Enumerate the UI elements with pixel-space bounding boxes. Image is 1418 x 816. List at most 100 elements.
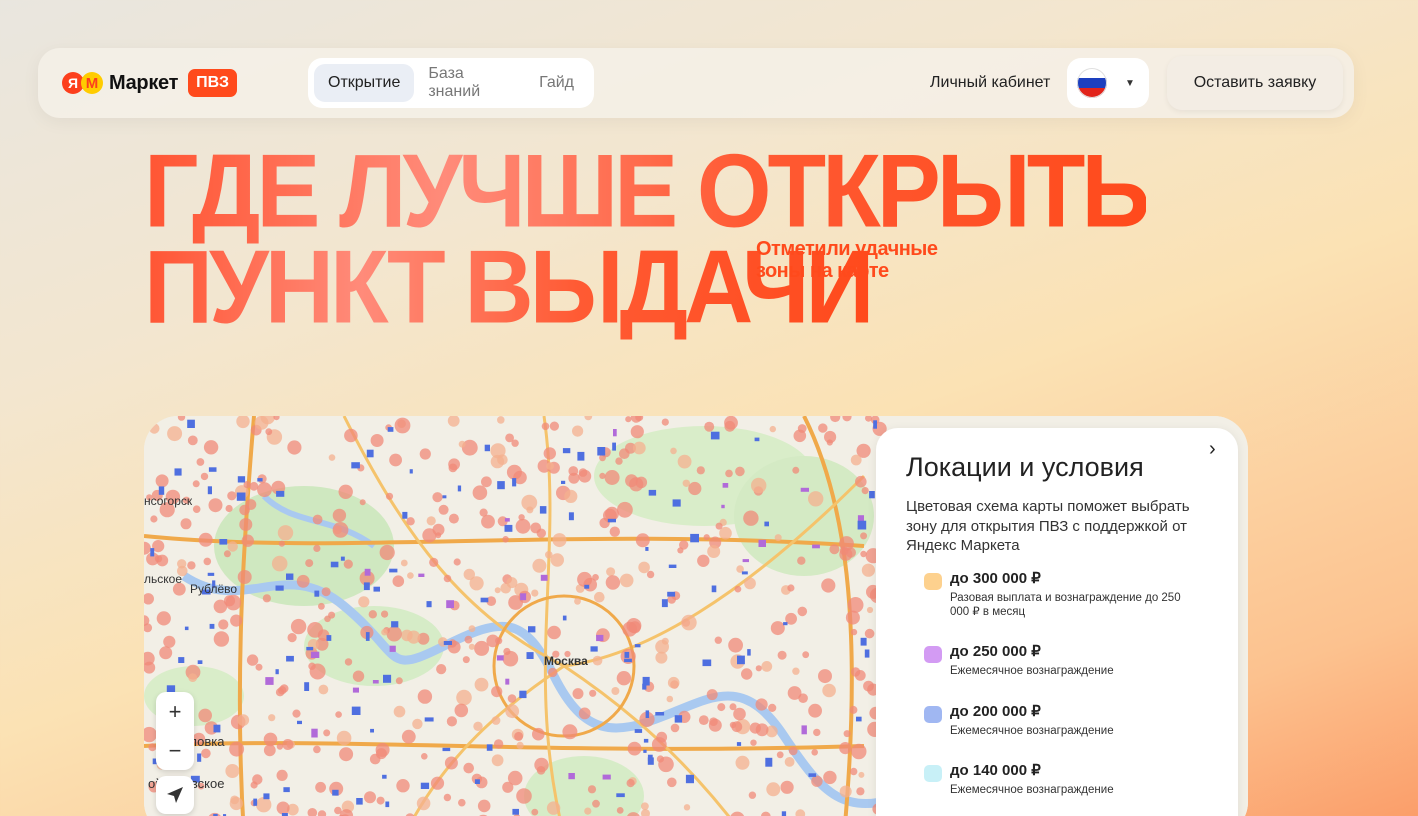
map-heat-dot	[429, 557, 439, 567]
map-heat-dot	[257, 482, 272, 498]
map-heat-dot	[861, 563, 876, 577]
map-heat-dot	[604, 470, 620, 485]
map-heat-dot	[436, 664, 447, 675]
map-heat-dot	[667, 777, 677, 788]
map-heat-dot	[444, 756, 458, 770]
map-zone-block	[330, 561, 339, 568]
map-heat-dot	[843, 730, 851, 738]
map-heat-dot	[792, 466, 800, 474]
map-heat-dot	[287, 440, 302, 455]
map-heat-dot	[396, 779, 410, 793]
map-heat-dot	[381, 610, 389, 618]
map-heat-dot	[731, 721, 743, 733]
language-selector[interactable]: ▼	[1067, 58, 1149, 108]
map-heat-dot	[386, 626, 402, 642]
map-heat-dot	[605, 575, 621, 590]
map-heat-dot	[568, 466, 579, 476]
map-zone-block	[613, 429, 617, 437]
map-heat-dot	[268, 714, 276, 722]
map-heat-dot	[276, 769, 288, 781]
map-heat-dot	[406, 517, 415, 526]
map-heat-dot	[655, 639, 669, 654]
map-zone-block	[702, 659, 712, 667]
map-heat-dot	[385, 492, 394, 500]
zoom-out-button[interactable]: −	[156, 731, 194, 770]
nav-item-opening[interactable]: Открытие	[314, 64, 415, 102]
legend-title: до 200 000 ₽	[950, 703, 1041, 720]
map-heat-dot	[324, 615, 331, 623]
nav-item-guide[interactable]: Гайд	[525, 64, 588, 102]
map-heat-dot	[426, 516, 436, 526]
map-zone-block	[474, 779, 480, 784]
map-heat-dot	[276, 743, 284, 750]
map-heat-dot	[506, 577, 518, 589]
map-heat-dot	[381, 628, 388, 636]
map-zone-block	[764, 521, 769, 527]
russia-flag-icon	[1077, 68, 1107, 98]
map-heat-dot	[313, 544, 321, 552]
map-zone-block	[520, 593, 527, 601]
map-heat-dot	[448, 463, 458, 473]
map-heat-dot	[847, 597, 864, 613]
map-heat-dot	[375, 742, 390, 757]
map-zone-block	[409, 469, 413, 474]
map-zone-block	[808, 773, 817, 777]
nav-item-knowledge-base[interactable]: База знаний	[414, 55, 525, 111]
geolocation-button[interactable]	[156, 776, 194, 814]
map-zone-block	[352, 687, 359, 693]
map-heat-dot	[792, 667, 800, 675]
map-heat-dot	[446, 716, 457, 727]
map-heat-dot	[282, 739, 294, 750]
map-heat-dot	[443, 793, 452, 802]
map-heat-dot	[392, 575, 405, 587]
map-heat-dot	[532, 727, 545, 741]
map-heat-dot	[761, 661, 773, 672]
map-heat-dot	[394, 417, 411, 434]
map-heat-dot	[769, 425, 776, 433]
map-heat-dot	[313, 745, 321, 754]
zoom-in-button[interactable]: +	[156, 692, 194, 731]
map-zone-block	[781, 811, 787, 816]
map-heat-dot	[681, 614, 697, 631]
map-zone-block	[484, 444, 490, 452]
map-zone-block	[356, 798, 363, 805]
map-zone-block	[645, 710, 650, 718]
map-heat-dot	[328, 454, 336, 461]
map-zone-block	[365, 632, 370, 641]
map-heat-dot	[532, 558, 547, 573]
hero-title-line-1: ГДЕ ЛУЧШЕ ОТКРЫТЬ	[144, 133, 1150, 250]
map-heat-dot	[438, 504, 449, 515]
map-zone-block	[363, 582, 370, 591]
map-zone-block	[314, 590, 320, 597]
map-zone-block	[326, 635, 332, 641]
map-zone-block	[207, 572, 215, 576]
map-heat-dot	[290, 618, 307, 635]
map-heat-dot	[735, 466, 745, 477]
collapse-panel-chevron-icon[interactable]: ›	[1209, 438, 1216, 461]
map-heat-dot	[417, 689, 433, 704]
map-heat-dot	[748, 791, 757, 799]
map-heat-dot	[724, 416, 738, 430]
map-zone-block	[801, 725, 807, 735]
map-heat-dot	[213, 631, 230, 647]
map-heat-dot	[666, 695, 674, 703]
market-logo-icon: М	[81, 72, 103, 94]
map-heat-dot	[336, 730, 352, 746]
map-zone-block	[528, 626, 536, 633]
map-zone-block	[150, 548, 155, 557]
map-heat-dot	[208, 498, 223, 513]
yandex-market-pvz-logo[interactable]: Я М Маркет ПВЗ	[62, 69, 237, 97]
map-heat-dot	[638, 561, 650, 574]
map-zone-block	[711, 585, 717, 593]
map-heat-dot	[241, 534, 254, 547]
map-zone-block	[237, 476, 246, 483]
map-heat-dot	[511, 439, 519, 447]
submit-application-button[interactable]: Оставить заявку	[1167, 56, 1343, 110]
map-heat-dot	[577, 571, 593, 587]
personal-account-link[interactable]: Личный кабинет	[930, 74, 1050, 92]
map-heat-dot	[491, 716, 501, 725]
map-zone-block	[758, 539, 766, 547]
map-heat-dot	[861, 487, 869, 495]
map-zone-block	[857, 515, 864, 522]
map-zone-block	[383, 674, 392, 683]
